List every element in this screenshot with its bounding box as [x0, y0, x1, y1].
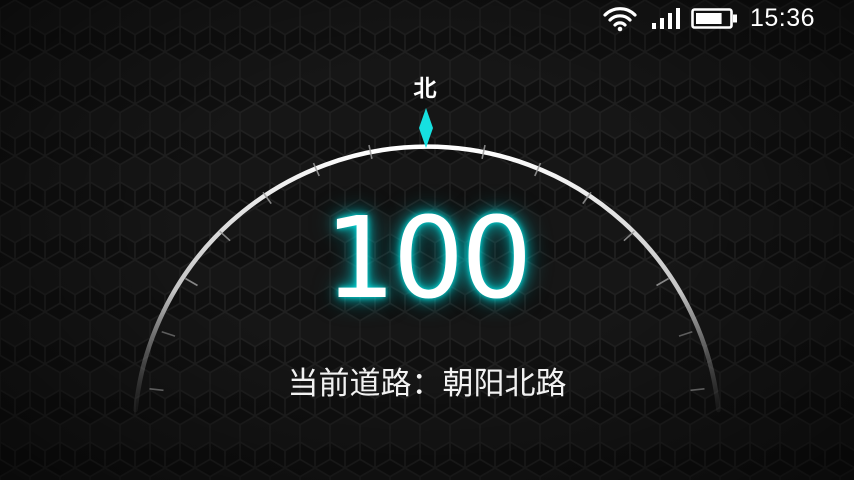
compass-tick — [690, 388, 705, 392]
navigation-screen: 北 100 当前道路：朝阳北路 15:36 — [0, 0, 854, 480]
battery-icon — [691, 8, 737, 29]
speed-value: 100 — [324, 194, 533, 324]
status-bar: 15:36 — [603, 0, 854, 36]
current-road-label: 当前道路 — [287, 366, 412, 402]
north-needle-icon — [419, 108, 433, 148]
wifi-icon — [603, 7, 637, 32]
compass-tick — [161, 331, 176, 337]
compass-tick — [149, 388, 164, 392]
compass-tick — [184, 277, 198, 287]
compass-direction-label: 北 — [413, 76, 437, 102]
compass-tick — [678, 331, 693, 337]
current-road-name: 朝阳北路 — [442, 366, 567, 402]
current-road: 当前道路：朝阳北路 — [177, 362, 677, 406]
compass-tick — [656, 277, 670, 287]
status-time: 15:36 — [750, 4, 816, 32]
cellular-signal-icon — [652, 8, 680, 29]
current-road-separator: ： — [411, 366, 443, 402]
